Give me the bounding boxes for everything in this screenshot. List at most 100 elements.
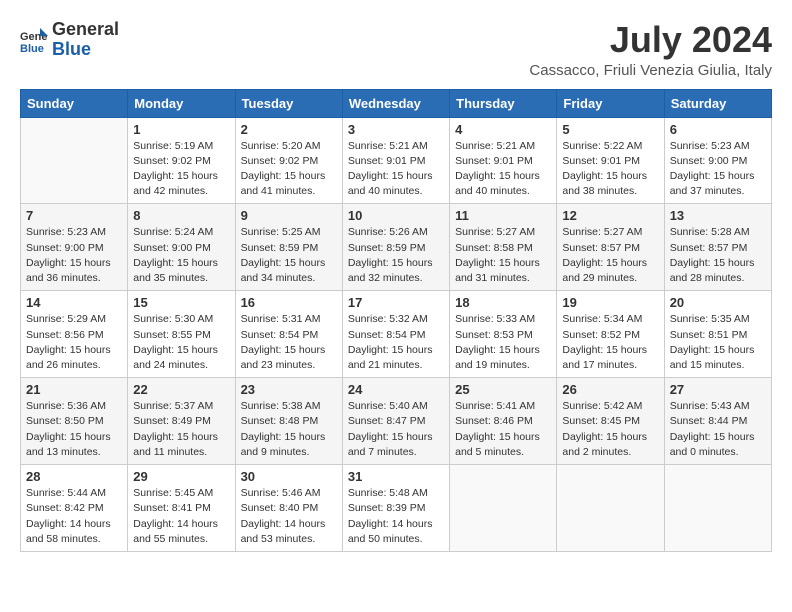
day-info: Sunrise: 5:43 AM Sunset: 8:44 PM Dayligh…	[670, 399, 766, 460]
calendar-cell	[21, 117, 128, 204]
day-info: Sunrise: 5:36 AM Sunset: 8:50 PM Dayligh…	[26, 399, 122, 460]
calendar-cell: 28 Sunrise: 5:44 AM Sunset: 8:42 PM Dayli…	[21, 465, 128, 552]
day-header-thursday: Thursday	[450, 89, 557, 117]
week-row-4: 21 Sunrise: 5:36 AM Sunset: 8:50 PM Dayli…	[21, 378, 772, 465]
location-title: Cassacco, Friuli Venezia Giulia, Italy	[529, 62, 772, 79]
day-info: Sunrise: 5:29 AM Sunset: 8:56 PM Dayligh…	[26, 312, 122, 373]
calendar-cell	[557, 465, 664, 552]
day-number: 13	[670, 208, 766, 223]
day-info: Sunrise: 5:24 AM Sunset: 9:00 PM Dayligh…	[133, 225, 229, 286]
day-header-tuesday: Tuesday	[235, 89, 342, 117]
day-number: 26	[562, 382, 658, 397]
day-number: 20	[670, 295, 766, 310]
day-info: Sunrise: 5:32 AM Sunset: 8:54 PM Dayligh…	[348, 312, 444, 373]
day-number: 17	[348, 295, 444, 310]
day-number: 6	[670, 122, 766, 137]
week-row-5: 28 Sunrise: 5:44 AM Sunset: 8:42 PM Dayli…	[21, 465, 772, 552]
day-info: Sunrise: 5:23 AM Sunset: 9:00 PM Dayligh…	[26, 225, 122, 286]
day-number: 28	[26, 469, 122, 484]
calendar-cell: 27Sunrise: 5:43 AM Sunset: 8:44 PM Dayli…	[664, 378, 771, 465]
day-info: Sunrise: 5:42 AM Sunset: 8:45 PM Dayligh…	[562, 399, 658, 460]
calendar-cell: 5Sunrise: 5:22 AM Sunset: 9:01 PM Daylig…	[557, 117, 664, 204]
day-info: Sunrise: 5:38 AM Sunset: 8:48 PM Dayligh…	[241, 399, 337, 460]
calendar-cell: 17 Sunrise: 5:32 AM Sunset: 8:54 PM Dayli…	[342, 291, 449, 378]
calendar-cell: 23Sunrise: 5:38 AM Sunset: 8:48 PM Dayli…	[235, 378, 342, 465]
calendar-cell: 2Sunrise: 5:20 AM Sunset: 9:02 PM Daylig…	[235, 117, 342, 204]
day-number: 4	[455, 122, 551, 137]
day-info: Sunrise: 5:23 AM Sunset: 9:00 PM Dayligh…	[670, 139, 766, 200]
day-header-sunday: Sunday	[21, 89, 128, 117]
calendar-cell: 14 Sunrise: 5:29 AM Sunset: 8:56 PM Dayli…	[21, 291, 128, 378]
header: General Blue General Blue July 2024 Cass…	[20, 20, 772, 79]
week-row-3: 14 Sunrise: 5:29 AM Sunset: 8:56 PM Dayli…	[21, 291, 772, 378]
day-info: Sunrise: 5:27 AM Sunset: 8:58 PM Dayligh…	[455, 225, 551, 286]
day-number: 8	[133, 208, 229, 223]
day-info: Sunrise: 5:22 AM Sunset: 9:01 PM Dayligh…	[562, 139, 658, 200]
calendar-cell: 25 Sunrise: 5:41 AM Sunset: 8:46 PM Dayli…	[450, 378, 557, 465]
day-number: 29	[133, 469, 229, 484]
week-row-2: 7Sunrise: 5:23 AM Sunset: 9:00 PM Daylig…	[21, 204, 772, 291]
day-info: Sunrise: 5:48 AM Sunset: 8:39 PM Dayligh…	[348, 486, 444, 547]
day-info: Sunrise: 5:46 AM Sunset: 8:40 PM Dayligh…	[241, 486, 337, 547]
day-header-wednesday: Wednesday	[342, 89, 449, 117]
day-info: Sunrise: 5:26 AM Sunset: 8:59 PM Dayligh…	[348, 225, 444, 286]
day-info: Sunrise: 5:35 AM Sunset: 8:51 PM Dayligh…	[670, 312, 766, 373]
calendar-cell: 16 Sunrise: 5:31 AM Sunset: 8:54 PM Dayli…	[235, 291, 342, 378]
calendar-cell: 18Sunrise: 5:33 AM Sunset: 8:53 PM Dayli…	[450, 291, 557, 378]
calendar-cell: 7Sunrise: 5:23 AM Sunset: 9:00 PM Daylig…	[21, 204, 128, 291]
calendar-cell	[450, 465, 557, 552]
calendar-cell: 29 Sunrise: 5:45 AM Sunset: 8:41 PM Dayli…	[128, 465, 235, 552]
day-info: Sunrise: 5:20 AM Sunset: 9:02 PM Dayligh…	[241, 139, 337, 200]
calendar-cell: 19 Sunrise: 5:34 AM Sunset: 8:52 PM Dayli…	[557, 291, 664, 378]
day-info: Sunrise: 5:45 AM Sunset: 8:41 PM Dayligh…	[133, 486, 229, 547]
day-info: Sunrise: 5:41 AM Sunset: 8:46 PM Dayligh…	[455, 399, 551, 460]
calendar-cell: 11Sunrise: 5:27 AM Sunset: 8:58 PM Dayli…	[450, 204, 557, 291]
day-number: 15	[133, 295, 229, 310]
day-number: 9	[241, 208, 337, 223]
day-header-monday: Monday	[128, 89, 235, 117]
day-number: 1	[133, 122, 229, 137]
calendar-cell: 26 Sunrise: 5:42 AM Sunset: 8:45 PM Dayli…	[557, 378, 664, 465]
calendar-cell: 31 Sunrise: 5:48 AM Sunset: 8:39 PM Dayli…	[342, 465, 449, 552]
day-number: 3	[348, 122, 444, 137]
day-info: Sunrise: 5:34 AM Sunset: 8:52 PM Dayligh…	[562, 312, 658, 373]
logo-blue-text: Blue	[52, 40, 119, 60]
day-info: Sunrise: 5:25 AM Sunset: 8:59 PM Dayligh…	[241, 225, 337, 286]
calendar-cell: 15 Sunrise: 5:30 AM Sunset: 8:55 PM Dayli…	[128, 291, 235, 378]
calendar-cell: 4 Sunrise: 5:21 AM Sunset: 9:01 PM Daylig…	[450, 117, 557, 204]
day-number: 21	[26, 382, 122, 397]
day-info: Sunrise: 5:27 AM Sunset: 8:57 PM Dayligh…	[562, 225, 658, 286]
day-number: 14	[26, 295, 122, 310]
calendar-cell: 1 Sunrise: 5:19 AM Sunset: 9:02 PM Daylig…	[128, 117, 235, 204]
calendar-cell: 24 Sunrise: 5:40 AM Sunset: 8:47 PM Dayli…	[342, 378, 449, 465]
month-title: July 2024	[529, 20, 772, 60]
day-info: Sunrise: 5:44 AM Sunset: 8:42 PM Dayligh…	[26, 486, 122, 547]
day-number: 24	[348, 382, 444, 397]
day-header-saturday: Saturday	[664, 89, 771, 117]
day-number: 31	[348, 469, 444, 484]
day-number: 16	[241, 295, 337, 310]
day-info: Sunrise: 5:40 AM Sunset: 8:47 PM Dayligh…	[348, 399, 444, 460]
day-info: Sunrise: 5:19 AM Sunset: 9:02 PM Dayligh…	[133, 139, 229, 200]
calendar-cell: 13 Sunrise: 5:28 AM Sunset: 8:57 PM Dayli…	[664, 204, 771, 291]
day-number: 22	[133, 382, 229, 397]
calendar-cell: 3Sunrise: 5:21 AM Sunset: 9:01 PM Daylig…	[342, 117, 449, 204]
calendar-cell: 6 Sunrise: 5:23 AM Sunset: 9:00 PM Daylig…	[664, 117, 771, 204]
week-row-1: 1 Sunrise: 5:19 AM Sunset: 9:02 PM Daylig…	[21, 117, 772, 204]
calendar-cell: 10 Sunrise: 5:26 AM Sunset: 8:59 PM Dayli…	[342, 204, 449, 291]
day-number: 19	[562, 295, 658, 310]
day-info: Sunrise: 5:28 AM Sunset: 8:57 PM Dayligh…	[670, 225, 766, 286]
day-number: 10	[348, 208, 444, 223]
calendar-cell: 8 Sunrise: 5:24 AM Sunset: 9:00 PM Daylig…	[128, 204, 235, 291]
calendar-cell: 20 Sunrise: 5:35 AM Sunset: 8:51 PM Dayli…	[664, 291, 771, 378]
day-number: 12	[562, 208, 658, 223]
svg-text:Blue: Blue	[20, 43, 44, 54]
day-info: Sunrise: 5:31 AM Sunset: 8:54 PM Dayligh…	[241, 312, 337, 373]
day-info: Sunrise: 5:30 AM Sunset: 8:55 PM Dayligh…	[133, 312, 229, 373]
day-info: Sunrise: 5:21 AM Sunset: 9:01 PM Dayligh…	[455, 139, 551, 200]
calendar-cell: 30 Sunrise: 5:46 AM Sunset: 8:40 PM Dayli…	[235, 465, 342, 552]
day-number: 30	[241, 469, 337, 484]
day-number: 25	[455, 382, 551, 397]
calendar-cell	[664, 465, 771, 552]
day-info: Sunrise: 5:33 AM Sunset: 8:53 PM Dayligh…	[455, 312, 551, 373]
